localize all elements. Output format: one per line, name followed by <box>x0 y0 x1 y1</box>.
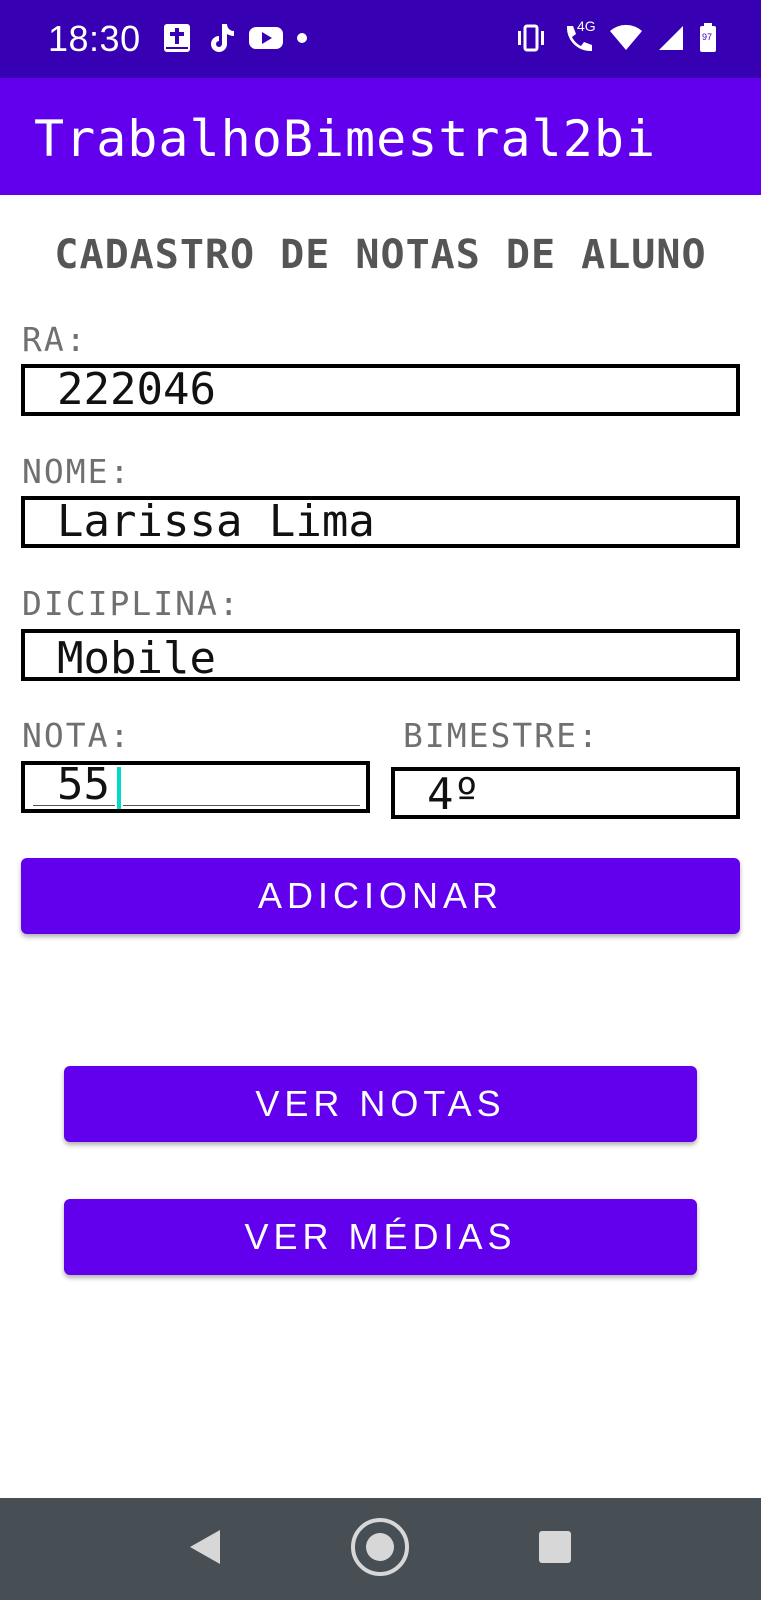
adicionar-button[interactable]: ADICIONAR <box>21 858 740 934</box>
home-icon <box>350 1517 410 1581</box>
back-icon <box>188 1528 222 1570</box>
dot-icon <box>296 32 308 44</box>
wifi-icon <box>609 24 643 52</box>
text-cursor <box>117 767 121 809</box>
nome-input[interactable]: Larissa Lima <box>21 496 740 548</box>
status-bar: 18:30 4G 97 <box>0 0 761 78</box>
disciplina-input[interactable]: Mobile <box>21 629 740 681</box>
nome-value: Larissa Lima <box>57 496 375 547</box>
ver-notas-button[interactable]: VER NOTAS <box>64 1066 697 1142</box>
notification-icons <box>162 22 308 54</box>
volte-call-icon: 4G <box>561 18 596 54</box>
nota-value: 55 <box>57 761 110 810</box>
nome-label: NOME: <box>22 452 132 491</box>
recents-button[interactable] <box>520 1498 590 1600</box>
nota-label: NOTA: <box>22 716 132 755</box>
vibrate-icon <box>515 24 547 52</box>
form-title: CADASTRO DE NOTAS DE ALUNO <box>54 232 707 278</box>
disciplina-label: DICIPLINA: <box>22 584 241 623</box>
tiktok-icon <box>206 22 236 54</box>
bimestre-input[interactable]: 4º <box>391 767 740 819</box>
status-time: 18:30 <box>48 18 141 59</box>
ver-medias-button[interactable]: VER MÉDIAS <box>64 1199 697 1275</box>
battery-icon: 97 <box>699 23 717 53</box>
system-icons: 4G 97 <box>515 18 717 54</box>
signal-icon <box>657 24 685 52</box>
disciplina-value: Mobile <box>57 633 216 681</box>
bimestre-label: BIMESTRE: <box>403 716 600 755</box>
bible-app-icon <box>162 22 194 54</box>
back-button[interactable] <box>170 1498 240 1600</box>
nota-underline-left <box>33 805 115 809</box>
youtube-icon <box>248 24 284 52</box>
network-type-label: 4G <box>577 18 596 34</box>
app-title: TrabalhoBimestral2bi <box>34 110 657 168</box>
bimestre-value: 4º <box>427 769 480 819</box>
nota-input[interactable]: 55 <box>21 761 370 813</box>
app-bar: TrabalhoBimestral2bi <box>0 78 761 195</box>
ra-value: 222046 <box>57 364 216 415</box>
ra-input[interactable]: 222046 <box>21 364 740 416</box>
recents-icon <box>538 1530 572 1568</box>
navigation-bar <box>0 1498 761 1600</box>
nota-underline-right <box>123 805 360 809</box>
home-button[interactable] <box>345 1498 415 1600</box>
battery-level: 97 <box>702 32 713 42</box>
ra-label: RA: <box>22 320 88 359</box>
